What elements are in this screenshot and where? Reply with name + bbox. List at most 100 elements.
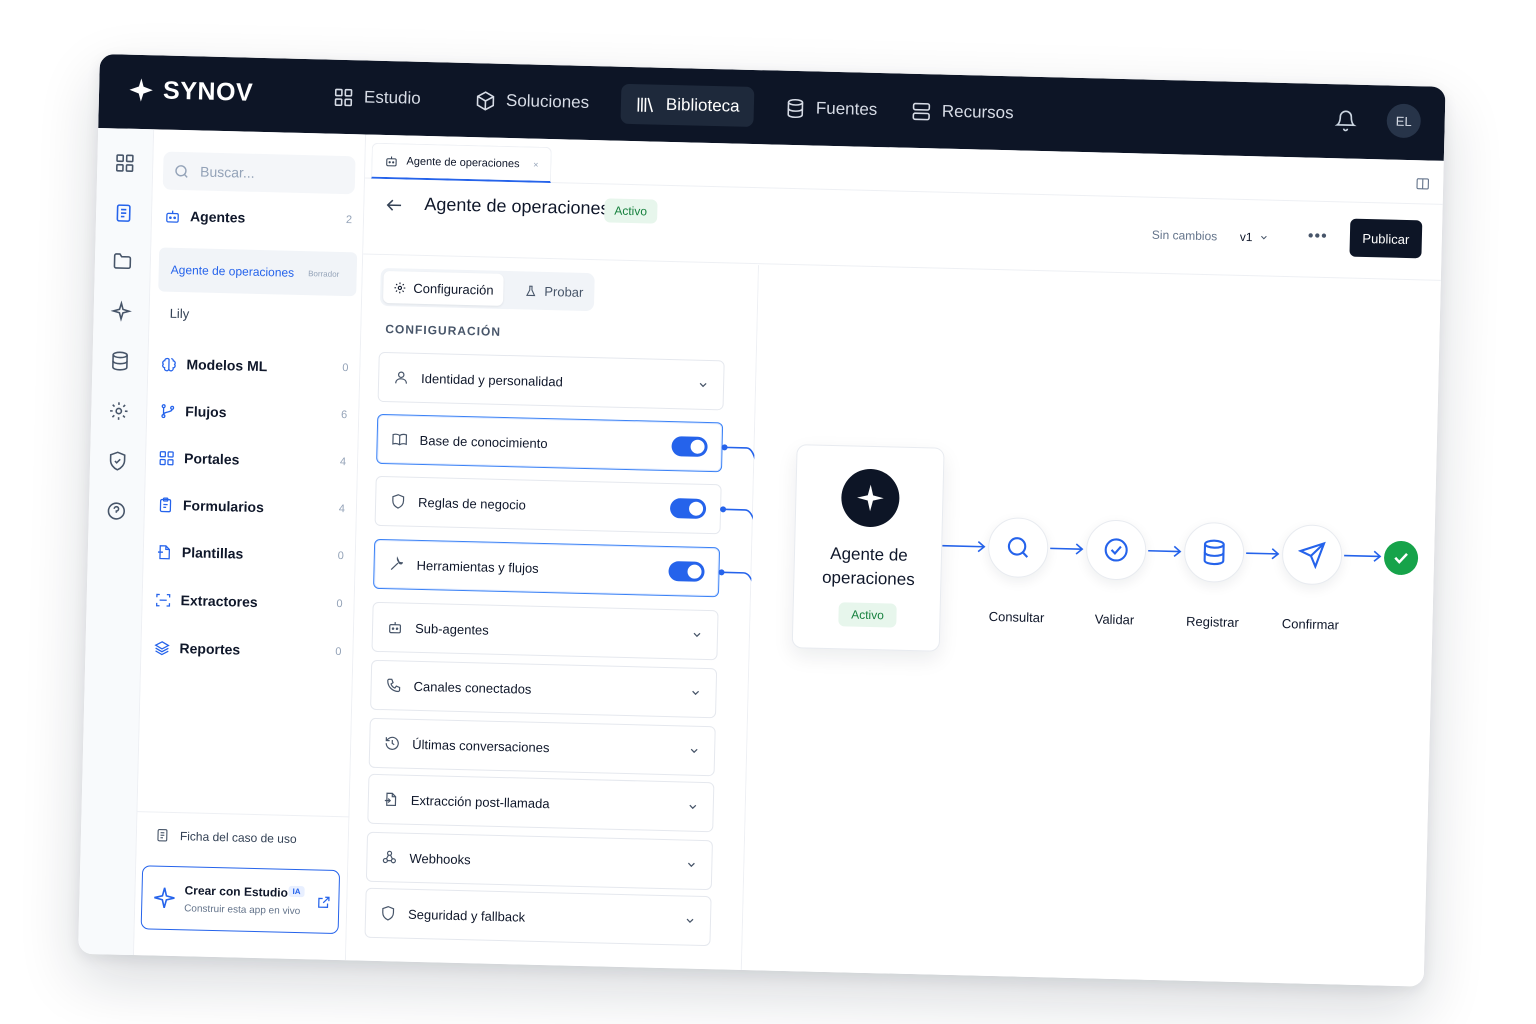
search-input[interactable]	[199, 163, 341, 183]
sparkle-icon	[154, 887, 175, 909]
server-icon	[912, 102, 931, 120]
category-modelos-ml[interactable]: Modelos ML 0	[160, 352, 349, 381]
tab-agente-operaciones[interactable]: Agente de operaciones ×	[371, 142, 552, 184]
category-count: 0	[337, 549, 344, 563]
arrow-left-icon[interactable]	[384, 195, 404, 215]
template-icon	[157, 544, 171, 559]
tab-label: Probar	[544, 283, 584, 300]
config-row-identidad[interactable]: Identidad y personalidad	[377, 351, 725, 411]
nav-label: Estudio	[363, 87, 421, 108]
step-confirmar[interactable]	[1281, 524, 1343, 586]
config-row-seguridad[interactable]: Seguridad y fallback	[364, 887, 712, 947]
robot-icon	[386, 155, 397, 166]
synov-logo-icon	[129, 78, 153, 102]
step-validar[interactable]	[1085, 519, 1147, 581]
chevron-down-icon	[690, 748, 698, 754]
config-row-subagentes[interactable]: Sub-agentes	[371, 601, 719, 661]
category-count: 4	[338, 502, 346, 516]
database-icon[interactable]	[109, 350, 131, 372]
chevron-down-icon	[689, 804, 697, 810]
external-link-icon	[318, 896, 330, 908]
category-portales[interactable]: Portales 4	[158, 446, 347, 475]
publish-button[interactable]: Publicar	[1349, 218, 1423, 259]
category-plantillas[interactable]: Plantillas 0	[156, 540, 345, 569]
avatar[interactable]: EL	[1386, 103, 1422, 139]
config-row-conversaciones[interactable]: Últimas conversaciones	[368, 717, 716, 777]
brand[interactable]: SYNOV	[127, 73, 254, 110]
config-row-label: Extracción post-llamada	[410, 792, 550, 811]
bell-icon[interactable]	[1334, 109, 1357, 132]
grid-icon[interactable]	[114, 152, 136, 174]
step-label: Registrar	[1185, 613, 1240, 630]
rules-toggle[interactable]	[669, 498, 707, 519]
category-label: Modelos ML	[186, 356, 268, 375]
config-row-extraccion[interactable]: Extracción post-llamada	[367, 773, 715, 833]
folder-icon[interactable]	[112, 250, 134, 272]
category-reportes[interactable]: Reportes 0	[153, 635, 342, 664]
category-label: Extractores	[180, 592, 258, 611]
category-formularios[interactable]: Formularios 4	[157, 493, 346, 522]
agent-icon[interactable]	[110, 300, 132, 322]
done-check	[1383, 540, 1419, 576]
ficha-label: Ficha del caso de uso	[179, 828, 297, 846]
category-count: 6	[340, 409, 348, 422]
main-area: Agente de operaciones × Agente de operac…	[345, 134, 1444, 987]
gear-icon[interactable]	[108, 400, 130, 422]
crear-con-estudio-button[interactable]: Crear con Estudio IA Construir esta app …	[140, 865, 341, 935]
chevron-down-icon	[687, 862, 695, 868]
nav-recursos[interactable]: Recursos	[896, 90, 1028, 133]
knowledge-toggle[interactable]	[671, 436, 708, 457]
branch-icon	[161, 403, 175, 418]
shield-icon[interactable]	[107, 450, 129, 472]
nav-fuentes[interactable]: Fuentes	[770, 87, 891, 130]
page-title: Agente de operaciones	[424, 193, 610, 219]
config-row-herramientas[interactable]: Herramientas y flujos	[373, 538, 721, 598]
config-row-reglas[interactable]: Reglas de negocio	[374, 475, 722, 535]
document-icon	[157, 828, 168, 842]
history-icon	[385, 736, 399, 750]
more-options-button[interactable]: •••	[1308, 228, 1328, 246]
category-flujos[interactable]: Flujos 6	[159, 399, 348, 428]
ficha-link[interactable]: Ficha del caso de uso	[155, 828, 297, 846]
layers-icon	[154, 640, 170, 655]
version-label: v1	[1239, 229, 1253, 245]
close-icon[interactable]: ×	[533, 159, 539, 169]
phone-icon	[387, 678, 401, 693]
agent-node[interactable]: Agente de operaciones Activo	[791, 444, 945, 652]
tab-configuracion[interactable]: Configuración	[383, 270, 504, 306]
step-consultar[interactable]	[987, 516, 1049, 579]
step-registrar[interactable]	[1183, 521, 1245, 584]
document-icon[interactable]	[113, 202, 135, 224]
step-label: Confirmar	[1281, 616, 1340, 633]
agent-name-line2: operaciones	[821, 567, 915, 590]
flask-icon	[526, 285, 536, 296]
tools-toggle[interactable]	[668, 561, 705, 582]
webhook-icon	[382, 850, 396, 864]
config-row-label: Canales conectados	[413, 678, 532, 697]
nav-estudio[interactable]: Estudio	[319, 76, 436, 119]
agent-item-lily[interactable]: Lily	[170, 306, 190, 321]
chevron-down-icon	[686, 918, 694, 924]
nav-label: Recursos	[941, 101, 1014, 123]
config-row-base-conocimiento[interactable]: Base de conocimiento	[376, 413, 724, 473]
nav-biblioteca[interactable]: Biblioteca	[620, 83, 755, 127]
tab-probar[interactable]: Probar	[514, 274, 594, 308]
config-row-canales[interactable]: Canales conectados	[370, 659, 718, 719]
crear-title: Crear con Estudio	[184, 883, 289, 900]
search-box[interactable]	[162, 151, 356, 195]
shield-icon	[382, 905, 395, 921]
panel-divider	[137, 811, 350, 818]
step-label: Validar	[1094, 611, 1135, 628]
step-label: Consultar	[988, 608, 1045, 626]
split-view-icon[interactable]	[1415, 176, 1430, 191]
nav-soluciones[interactable]: Soluciones	[460, 80, 603, 123]
config-row-webhooks[interactable]: Webhooks	[365, 831, 713, 891]
category-agentes[interactable]: Agentes 2	[164, 204, 353, 233]
version-select[interactable]: v1	[1240, 230, 1269, 245]
help-icon[interactable]	[106, 500, 128, 522]
chevron-down-icon	[693, 632, 701, 638]
agent-logo	[840, 468, 901, 528]
agent-item-operaciones[interactable]: Agente de operaciones Borrador	[158, 247, 358, 297]
category-extractores[interactable]: Extractores 0	[154, 588, 343, 617]
config-row-label: Webhooks	[409, 850, 471, 867]
